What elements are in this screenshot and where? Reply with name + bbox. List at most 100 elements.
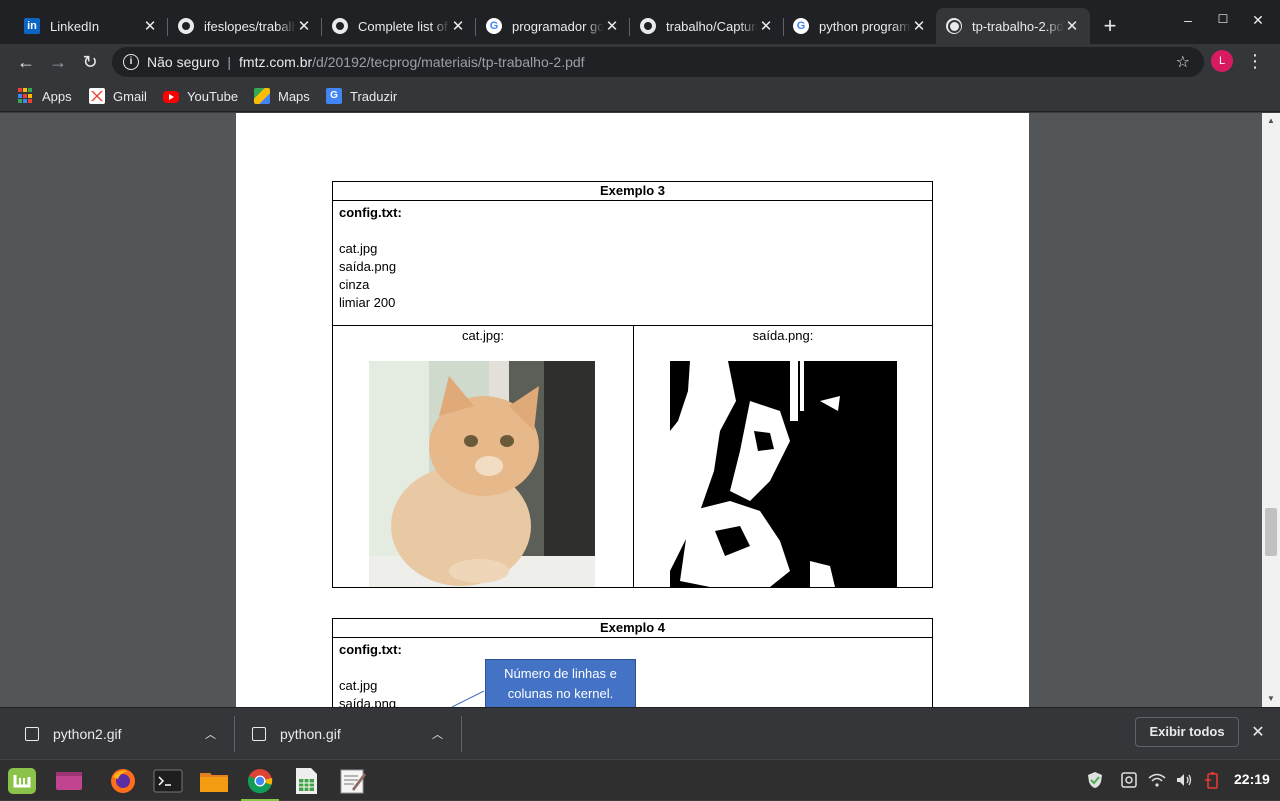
image-caption: saída.png:: [752, 328, 814, 343]
image-comparison-row: cat.jpg: saída.png:: [333, 325, 932, 587]
address-bar[interactable]: i Não seguro | fmtz.com.br /d/20192/tecp…: [112, 47, 1204, 77]
callout-pointer: [451, 690, 485, 707]
example-3-table: Exemplo 3 config.txt: cat.jpg saída.png …: [332, 181, 933, 588]
threshold-output-image: [670, 361, 897, 587]
close-tab-icon[interactable]: ✕: [1064, 17, 1080, 35]
show-all-downloads-button[interactable]: Exibir todos: [1135, 717, 1239, 747]
bookmark-youtube[interactable]: YouTube: [163, 86, 238, 106]
tab-strip: in LinkedIn ✕ ifeslopes/trabalho ✕ Compl…: [0, 0, 1280, 44]
close-window-icon[interactable]: ✕: [1248, 12, 1268, 29]
chrome-icon[interactable]: [241, 767, 279, 801]
close-tab-icon[interactable]: ✕: [604, 17, 620, 35]
minimize-icon[interactable]: –: [1178, 12, 1198, 28]
chevron-up-icon[interactable]: ︿: [432, 726, 443, 742]
bookmark-maps[interactable]: Maps: [254, 86, 310, 106]
reload-icon[interactable]: ↻: [78, 50, 102, 74]
download-filename: python2.gif: [53, 726, 122, 742]
tab-title: trabalho/Captura: [666, 18, 758, 34]
text-editor-icon[interactable]: [338, 767, 368, 795]
firefox-icon[interactable]: [108, 767, 138, 795]
example-title: Exemplo 4: [333, 619, 932, 638]
input-image-cell: cat.jpg:: [333, 326, 633, 587]
tab-title: programador go: [512, 18, 604, 34]
tab-github-1[interactable]: ifeslopes/trabalho ✕: [168, 8, 322, 44]
tab-title: python programs: [819, 18, 911, 34]
url-host: fmtz.com.br: [239, 54, 313, 70]
maximize-icon[interactable]: ☐: [1213, 12, 1233, 26]
wifi-icon[interactable]: [1148, 771, 1166, 792]
divider: [461, 716, 462, 752]
divider: |: [227, 54, 232, 70]
scroll-down-icon[interactable]: ▼: [1262, 691, 1280, 707]
close-tab-icon[interactable]: ✕: [758, 17, 774, 35]
clock[interactable]: 22:19: [1234, 771, 1270, 787]
bookmark-traduzir[interactable]: G Traduzir: [326, 86, 397, 106]
close-tab-icon[interactable]: ✕: [911, 17, 927, 35]
kernel-callout: Número de linhas e colunas no kernel.: [485, 659, 636, 707]
spreadsheet-icon[interactable]: [291, 767, 321, 795]
show-desktop-icon[interactable]: [54, 767, 84, 795]
os-taskbar: 22:19: [0, 759, 1280, 801]
bookmark-label: YouTube: [187, 88, 239, 104]
github-icon: [640, 18, 656, 34]
close-tab-icon[interactable]: ✕: [142, 17, 158, 35]
scrollbar-thumb[interactable]: [1265, 508, 1277, 556]
tab-google-1[interactable]: G programador go ✕: [476, 8, 630, 44]
tab-github-2[interactable]: Complete list of ✕: [322, 8, 476, 44]
tab-title: tp-trabalho-2.pdf: [972, 18, 1064, 34]
shield-icon[interactable]: [1086, 771, 1104, 792]
chevron-up-icon[interactable]: ︿: [205, 726, 216, 742]
image-caption: cat.jpg:: [462, 328, 504, 343]
pdf-viewport[interactable]: Exemplo 3 config.txt: cat.jpg saída.png …: [0, 113, 1262, 707]
close-tab-icon[interactable]: ✕: [296, 17, 312, 35]
bookmark-star-icon[interactable]: ☆: [1176, 52, 1190, 72]
pdf-page: Exemplo 3 config.txt: cat.jpg saída.png …: [236, 113, 1029, 707]
close-shelf-icon[interactable]: ✕: [1250, 722, 1266, 742]
apps-grid-icon: [18, 88, 34, 104]
linkedin-icon: in: [24, 18, 40, 34]
config-line: saída.png: [339, 259, 397, 274]
tab-github-3[interactable]: trabalho/Captura ✕: [630, 8, 784, 44]
google-icon: G: [486, 18, 502, 34]
terminal-icon[interactable]: [153, 767, 183, 795]
new-tab-button[interactable]: +: [1098, 14, 1122, 38]
youtube-icon: [163, 91, 179, 103]
bookmark-label: Traduzir: [350, 88, 398, 104]
bookmark-label: Apps: [42, 88, 72, 104]
download-item[interactable]: python.gif ︿: [252, 708, 452, 760]
files-icon[interactable]: [199, 767, 229, 795]
url-path: /d/20192/tecprog/materiais/tp-trabalho-2…: [312, 54, 585, 70]
close-tab-icon[interactable]: ✕: [450, 17, 466, 35]
config-line: limiar 200: [339, 295, 396, 310]
github-icon: [332, 18, 348, 34]
bookmark-gmail[interactable]: Gmail: [89, 86, 147, 106]
vertical-scrollbar[interactable]: ▲ ▼: [1262, 113, 1280, 707]
battery-warning-icon[interactable]: [1203, 771, 1221, 792]
config-label: config.txt:: [339, 642, 402, 657]
browser-toolbar: ← → ↻ i Não seguro | fmtz.com.br /d/2019…: [0, 44, 1280, 80]
bookmarks-bar: Apps Gmail YouTube Maps G Traduzir: [0, 80, 1280, 112]
volume-icon[interactable]: [1175, 771, 1193, 792]
mint-menu-icon[interactable]: [7, 767, 37, 795]
tab-pdf-active[interactable]: tp-trabalho-2.pdf ✕: [936, 8, 1090, 44]
info-icon[interactable]: i: [123, 54, 139, 70]
bookmark-apps[interactable]: Apps: [18, 86, 72, 106]
tab-title: Complete list of: [358, 18, 448, 34]
kebab-menu-icon[interactable]: ⋮: [1246, 50, 1264, 74]
config-block: config.txt: cat.jpg saída.png cinza limi…: [333, 201, 932, 315]
output-image-cell: saída.png:: [633, 326, 932, 587]
scroll-up-icon[interactable]: ▲: [1262, 113, 1280, 129]
tab-linkedin[interactable]: in LinkedIn ✕: [14, 8, 168, 44]
google-icon: G: [793, 18, 809, 34]
bookmark-label: Maps: [278, 88, 310, 104]
tab-title: LinkedIn: [50, 18, 100, 34]
profile-avatar[interactable]: L: [1211, 50, 1233, 72]
download-item[interactable]: python2.gif ︿: [25, 708, 225, 760]
network-manager-icon[interactable]: [1120, 771, 1138, 792]
back-arrow-icon[interactable]: ←: [14, 50, 38, 74]
forward-arrow-icon[interactable]: →: [46, 50, 70, 74]
tab-google-2[interactable]: G python programs ✕: [783, 8, 937, 44]
config-label: config.txt:: [339, 205, 402, 220]
config-line: cinza: [339, 277, 370, 292]
security-status[interactable]: Não seguro: [147, 54, 219, 70]
